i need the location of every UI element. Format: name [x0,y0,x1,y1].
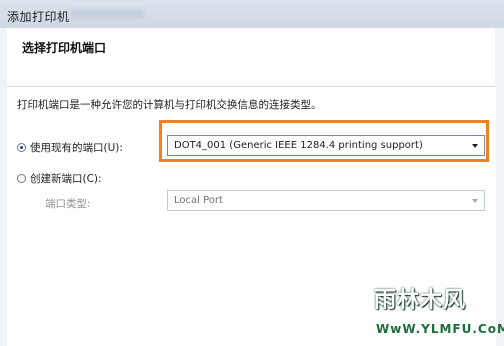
use-existing-port-label[interactable]: 使用现有的端口(U): [30,140,123,155]
wizard-header: 选择打印机端口 [7,28,495,87]
create-new-port-label[interactable]: 创建新端口(C): [30,171,102,186]
port-type-label: 端口类型: [45,198,91,210]
port-type-select: Local Port [167,190,485,211]
window-title: 添加打印机 [7,10,70,24]
blurred-title-detail [70,9,145,19]
watermark-url: WwW.YLMFU.CoM [376,322,504,336]
radio-checked-icon[interactable] [17,143,26,152]
use-existing-port-option[interactable]: 使用现有的端口(U): [17,140,123,155]
create-new-port-option[interactable]: 创建新端口(C): [17,171,102,186]
orange-highlight-box [159,120,489,162]
port-type-value: Local Port [174,195,223,206]
watermark: 雨林木风 WwW.YLMFU.CoM [364,282,504,346]
chevron-down-icon [472,198,478,203]
watermark-logo: 雨林木风 [374,287,467,313]
title-bar: 添加打印机 [0,0,504,28]
description-text: 打印机端口是一种允许您的计算机与打印机交换信息的连接类型。 [17,99,322,111]
radio-unchecked-icon[interactable] [17,174,26,183]
page-heading: 选择打印机端口 [22,41,107,55]
